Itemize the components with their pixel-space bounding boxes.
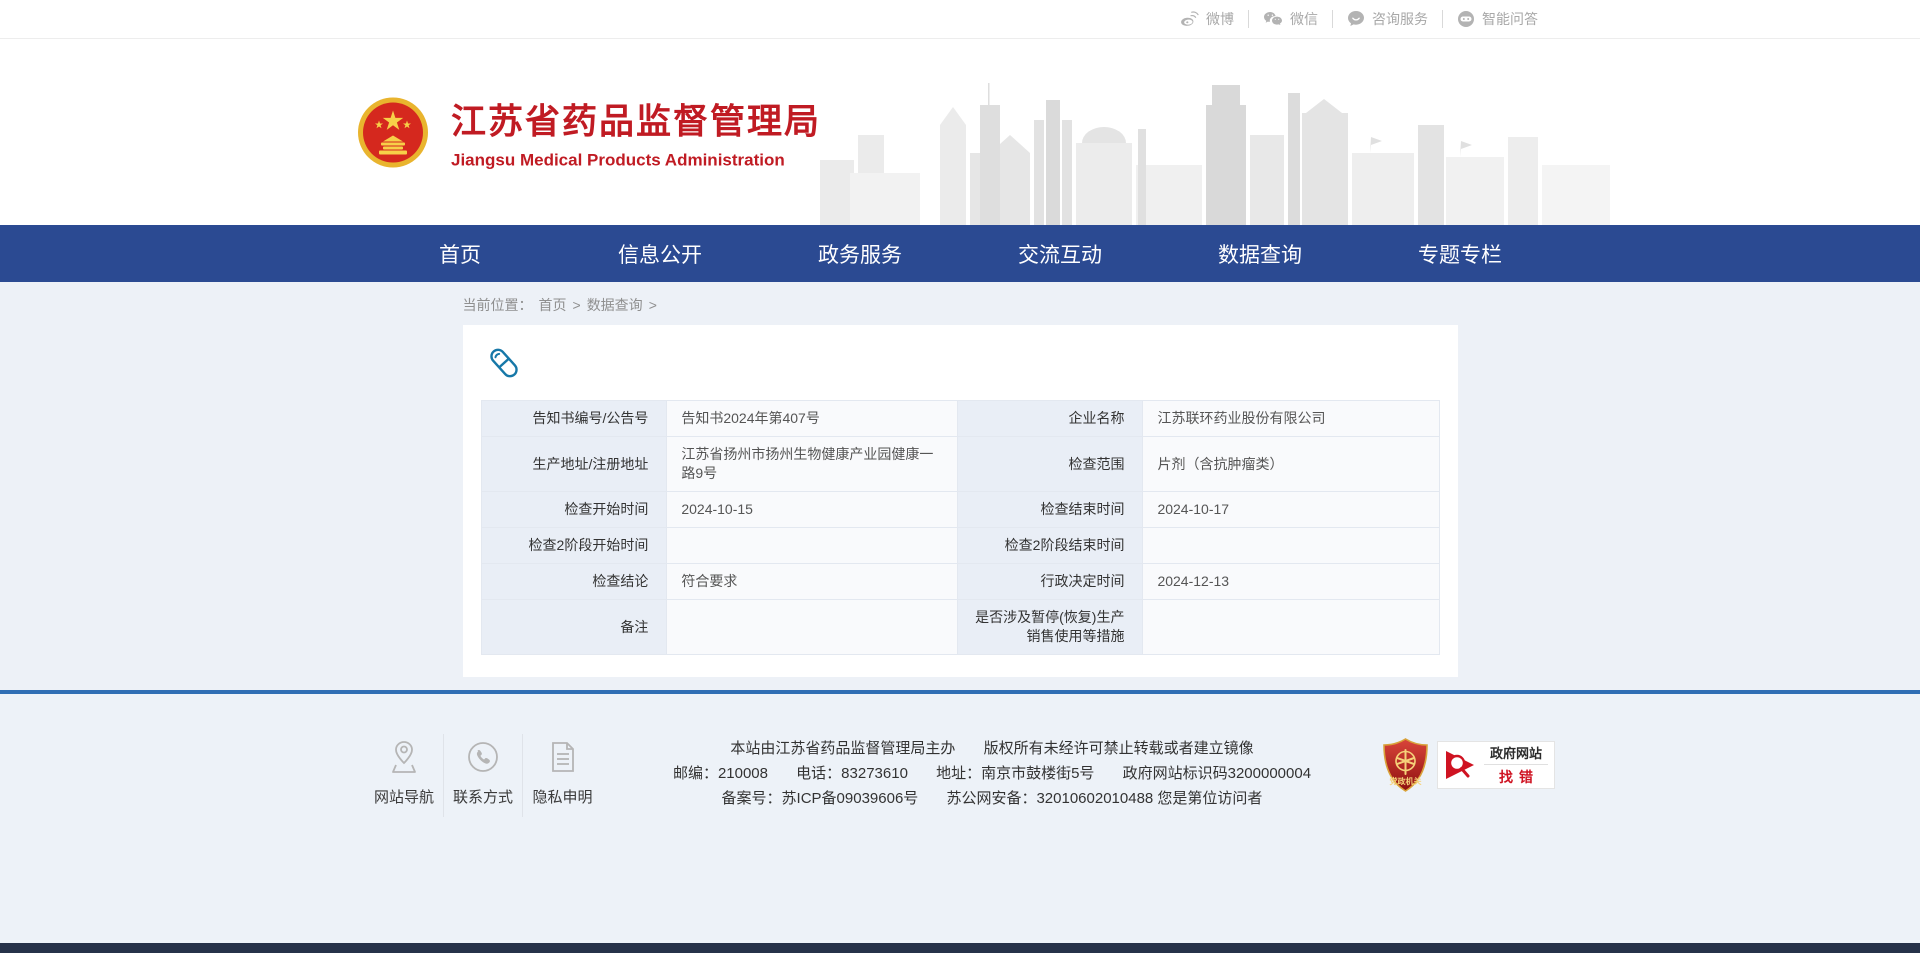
breadcrumb-link-data-query[interactable]: 数据查询 bbox=[587, 295, 643, 315]
field-value-decision-date: 2024-12-13 bbox=[1143, 564, 1439, 600]
map-pin-icon bbox=[365, 736, 443, 778]
document-icon bbox=[523, 736, 602, 778]
weibo-label: 微博 bbox=[1206, 9, 1234, 29]
footer-security-number: 苏公网安备：32010602010488 您是第位访问者 bbox=[946, 790, 1262, 807]
table-row: 告知书编号/公告号 告知书2024年第407号 企业名称 江苏联环药业股份有限公… bbox=[481, 401, 1439, 437]
field-label-start-date: 检查开始时间 bbox=[481, 492, 667, 528]
site-subtitle: Jiangsu Medical Products Administration bbox=[451, 151, 821, 171]
footer-link-privacy[interactable]: 隐私申明 bbox=[523, 734, 602, 817]
nav-item-home[interactable]: 首页 bbox=[360, 225, 560, 282]
field-value-conclusion: 符合要求 bbox=[667, 564, 957, 600]
find-error-magnifier-icon bbox=[1444, 747, 1478, 783]
footer-postcode: 邮编：210008 bbox=[673, 765, 768, 782]
footer-line-2: 邮编：210008 电话：83273610 地址：南京市鼓楼街5号 政府网站标识… bbox=[622, 761, 1362, 786]
footer-link-label: 隐私申明 bbox=[523, 786, 602, 807]
footer-address: 地址：南京市鼓楼街5号 bbox=[936, 765, 1094, 782]
inspection-detail-card: 告知书编号/公告号 告知书2024年第407号 企业名称 江苏联环药业股份有限公… bbox=[463, 325, 1458, 677]
nav-item-special-topics[interactable]: 专题专栏 bbox=[1360, 225, 1560, 282]
field-label-suspension-measures: 是否涉及暂停(恢复)生产销售使用等措施 bbox=[957, 600, 1143, 655]
field-label-end-date: 检查结束时间 bbox=[957, 492, 1143, 528]
smart-qa-label: 智能问答 bbox=[1482, 9, 1538, 29]
wechat-link[interactable]: 微信 bbox=[1249, 10, 1333, 28]
chat-bubble-icon bbox=[1347, 10, 1365, 28]
bottom-dark-bar bbox=[0, 943, 1920, 953]
footer-link-label: 网站导航 bbox=[365, 786, 443, 807]
table-row: 备注 是否涉及暂停(恢复)生产销售使用等措施 bbox=[481, 600, 1439, 655]
site-header: 江苏省药品监督管理局 Jiangsu Medical Products Admi… bbox=[0, 39, 1920, 225]
field-value-company-name: 江苏联环药业股份有限公司 bbox=[1143, 401, 1439, 437]
footer-legal-text: 本站由江苏省药品监督管理局主办 版权所有未经许可禁止转载或者建立镜像 邮编：21… bbox=[602, 736, 1382, 811]
wechat-icon bbox=[1263, 11, 1283, 27]
breadcrumb-separator: > bbox=[649, 297, 657, 313]
field-value-suspension-measures bbox=[1143, 600, 1439, 655]
table-row: 检查开始时间 2024-10-15 检查结束时间 2024-10-17 bbox=[481, 492, 1439, 528]
field-label-company-name: 企业名称 bbox=[957, 401, 1143, 437]
field-value-notice-number: 告知书2024年第407号 bbox=[667, 401, 957, 437]
field-value-inspection-scope: 片剂（含抗肿瘤类） bbox=[1143, 437, 1439, 492]
footer-quick-links: 网站导航 联系方式 bbox=[365, 734, 602, 817]
table-row: 生产地址/注册地址 江苏省扬州市扬州生物健康产业园健康一路9号 检查范围 片剂（… bbox=[481, 437, 1439, 492]
footer-site-id: 政府网站标识码3200000004 bbox=[1123, 765, 1311, 782]
breadcrumb-prefix: 当前位置： bbox=[463, 295, 533, 315]
find-error-top-label: 政府网站 bbox=[1484, 743, 1548, 765]
footer-line-3: 备案号：苏ICP备09039606号 苏公网安备：32010602010488 … bbox=[622, 786, 1362, 811]
footer-line-1: 本站由江苏省药品监督管理局主办 版权所有未经许可禁止转载或者建立镜像 bbox=[622, 736, 1362, 761]
phone-icon bbox=[444, 736, 522, 778]
nav-item-data-query[interactable]: 数据查询 bbox=[1160, 225, 1360, 282]
footer-copyright: 版权所有未经许可禁止转载或者建立镜像 bbox=[984, 740, 1254, 757]
svg-text:党政机关: 党政机关 bbox=[1390, 776, 1422, 786]
inspection-detail-table: 告知书编号/公告号 告知书2024年第407号 企业名称 江苏联环药业股份有限公… bbox=[481, 400, 1440, 655]
brand-titles: 江苏省药品监督管理局 Jiangsu Medical Products Admi… bbox=[451, 94, 821, 171]
field-label-inspection-scope: 检查范围 bbox=[957, 437, 1143, 492]
footer-link-contact[interactable]: 联系方式 bbox=[444, 734, 523, 817]
weibo-icon bbox=[1180, 11, 1199, 27]
find-error-texts: 政府网站 找错 bbox=[1484, 743, 1548, 787]
gov-site-error-report-badge[interactable]: 政府网站 找错 bbox=[1437, 741, 1555, 789]
field-value-start-date: 2024-10-15 bbox=[667, 492, 957, 528]
footer-icp-number: 备案号：苏ICP备09039606号 bbox=[722, 790, 919, 807]
wechat-label: 微信 bbox=[1290, 9, 1318, 29]
field-label-conclusion: 检查结论 bbox=[481, 564, 667, 600]
site-title: 江苏省药品监督管理局 bbox=[451, 94, 821, 145]
field-value-phase2-start bbox=[667, 528, 957, 564]
breadcrumb-link-home[interactable]: 首页 bbox=[539, 295, 567, 315]
find-error-bottom-label: 找错 bbox=[1484, 765, 1548, 787]
field-label-address: 生产地址/注册地址 bbox=[481, 437, 667, 492]
main-navigation: 首页 信息公开 政务服务 交流互动 数据查询 专题专栏 bbox=[0, 225, 1920, 282]
site-footer: 网站导航 联系方式 bbox=[0, 694, 1920, 943]
smart-qa-link[interactable]: 智能问答 bbox=[1443, 10, 1552, 28]
top-utility-bar: 微博 微信 咨询服务 智能问答 bbox=[0, 0, 1920, 39]
nav-item-info-disclosure[interactable]: 信息公开 bbox=[560, 225, 760, 282]
field-value-address: 江苏省扬州市扬州生物健康产业园健康一路9号 bbox=[667, 437, 957, 492]
field-value-remarks bbox=[667, 600, 957, 655]
field-label-phase2-end: 检查2阶段结束时间 bbox=[957, 528, 1143, 564]
footer-hosted-by: 本站由江苏省药品监督管理局主办 bbox=[730, 740, 955, 757]
national-emblem-logo bbox=[357, 96, 429, 168]
page-body: 当前位置： 首页 > 数据查询 > 告知书编号/ bbox=[0, 282, 1920, 690]
city-skyline-decoration bbox=[820, 65, 1610, 225]
field-label-decision-date: 行政决定时间 bbox=[957, 564, 1143, 600]
table-row: 检查2阶段开始时间 检查2阶段结束时间 bbox=[481, 528, 1439, 564]
party-gov-shield-badge[interactable]: 党政机关 bbox=[1382, 738, 1429, 792]
field-label-remarks: 备注 bbox=[481, 600, 667, 655]
footer-phone: 电话：83273610 bbox=[796, 765, 908, 782]
consult-service-label: 咨询服务 bbox=[1372, 9, 1428, 29]
breadcrumb: 当前位置： 首页 > 数据查询 > bbox=[463, 282, 1458, 325]
footer-link-label: 联系方式 bbox=[444, 786, 522, 807]
footer-badges: 党政机关 政府网站 找错 bbox=[1382, 738, 1555, 792]
nav-item-interaction[interactable]: 交流互动 bbox=[960, 225, 1160, 282]
field-label-notice-number: 告知书编号/公告号 bbox=[481, 401, 667, 437]
breadcrumb-separator: > bbox=[573, 297, 581, 313]
robot-icon bbox=[1457, 10, 1475, 28]
table-row: 检查结论 符合要求 行政决定时间 2024-12-13 bbox=[481, 564, 1439, 600]
footer-link-sitemap[interactable]: 网站导航 bbox=[365, 734, 444, 817]
weibo-link[interactable]: 微博 bbox=[1166, 10, 1249, 28]
brand-block[interactable]: 江苏省药品监督管理局 Jiangsu Medical Products Admi… bbox=[357, 94, 821, 171]
field-value-phase2-end bbox=[1143, 528, 1439, 564]
pill-capsule-icon bbox=[485, 345, 1440, 386]
field-value-end-date: 2024-10-17 bbox=[1143, 492, 1439, 528]
consult-service-link[interactable]: 咨询服务 bbox=[1333, 10, 1443, 28]
field-label-phase2-start: 检查2阶段开始时间 bbox=[481, 528, 667, 564]
nav-item-gov-services[interactable]: 政务服务 bbox=[760, 225, 960, 282]
